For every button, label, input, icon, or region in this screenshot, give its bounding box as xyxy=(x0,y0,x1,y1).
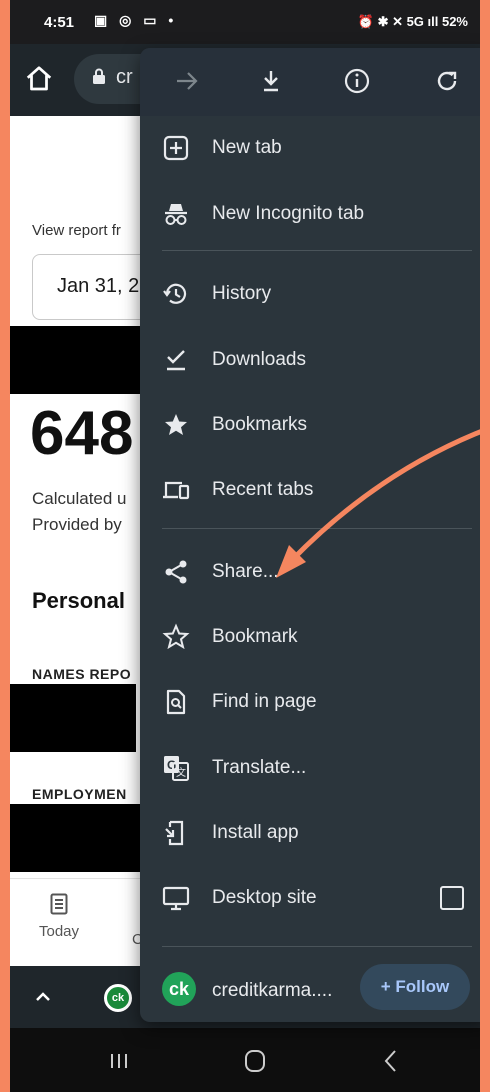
calc-line-2: Provided by xyxy=(32,515,122,534)
star-filled-icon xyxy=(165,414,187,435)
history-icon xyxy=(163,283,187,304)
status-left-icons: ▣ ◎ ▭ • xyxy=(94,12,178,28)
menu-item-desktop-site[interactable]: Desktop site xyxy=(140,866,480,930)
section-title: Personal xyxy=(32,588,125,613)
menu-label: Bookmarks xyxy=(212,414,308,435)
menu-divider xyxy=(162,250,472,251)
find-in-page-icon xyxy=(166,689,186,715)
menu-label: Translate... xyxy=(212,757,307,778)
refresh-icon[interactable] xyxy=(432,66,462,96)
menu-item-new-tab[interactable]: New tab xyxy=(140,116,480,180)
svg-text:G: G xyxy=(167,758,176,772)
status-bar: 4:51 ▣ ◎ ▭ • ⏰ ✱ ✕ 5G ıll 52% xyxy=(10,0,480,44)
status-right-icons: ⏰ ✱ ✕ 5G ıll 52% xyxy=(357,14,468,29)
svg-text:文: 文 xyxy=(176,766,186,779)
menu-item-bookmark[interactable]: Bookmark xyxy=(140,605,480,669)
menu-label: Downloads xyxy=(212,349,306,370)
names-reported-heading: NAMES REPO xyxy=(32,666,132,682)
desktop-site-checkbox[interactable] xyxy=(440,886,464,910)
desktop-icon xyxy=(162,886,190,911)
system-nav-bar xyxy=(10,1028,480,1092)
star-outline-icon xyxy=(162,623,190,650)
downloads-icon xyxy=(167,350,185,371)
credit-score: 648 xyxy=(30,399,134,468)
browser-overflow-menu: New tab New Incognito tab History Downlo… xyxy=(140,48,480,1022)
menu-label: Share... xyxy=(212,561,279,582)
url-text: cr xyxy=(116,66,133,88)
translate-icon: G 文 xyxy=(164,756,189,781)
follow-button[interactable]: + Follow xyxy=(360,964,470,1010)
tab-today-label: Today xyxy=(38,923,80,940)
lock-icon xyxy=(93,68,105,84)
menu-item-downloads[interactable]: Downloads xyxy=(140,328,480,392)
home-button-icon[interactable] xyxy=(240,1046,270,1076)
chevron-up-icon[interactable] xyxy=(32,986,54,1008)
menu-label: Bookmark xyxy=(212,626,298,647)
menu-item-find-in-page[interactable]: Find in page xyxy=(140,670,480,734)
menu-footer: ck creditkarma.... + Follow xyxy=(140,958,480,1022)
menu-label: Recent tabs xyxy=(212,479,314,500)
recents-icon[interactable] xyxy=(104,1046,134,1076)
document-icon xyxy=(50,893,68,915)
download-icon[interactable] xyxy=(256,66,286,96)
forward-icon[interactable] xyxy=(172,66,202,96)
menu-item-incognito[interactable]: New Incognito tab xyxy=(140,182,480,246)
menu-item-translate[interactable]: G 文 Translate... xyxy=(140,736,480,800)
devices-icon xyxy=(163,481,190,500)
menu-label: New tab xyxy=(212,137,282,158)
status-time: 4:51 xyxy=(44,14,75,31)
menu-label: Install app xyxy=(212,822,299,843)
menu-item-history[interactable]: History xyxy=(140,262,480,326)
site-name: creditkarma.... xyxy=(212,980,333,1001)
menu-label: History xyxy=(212,283,272,304)
share-icon xyxy=(165,560,187,584)
incognito-icon xyxy=(165,204,187,225)
site-logo: ck xyxy=(162,972,196,1006)
redacted-name xyxy=(10,684,136,752)
employment-heading: EMPLOYMEN xyxy=(32,786,127,802)
install-app-icon xyxy=(165,820,184,846)
menu-divider xyxy=(162,946,472,947)
menu-item-bookmarks[interactable]: Bookmarks xyxy=(140,393,480,457)
tab-switcher-badge[interactable]: ck xyxy=(104,984,132,1012)
menu-item-recent-tabs[interactable]: Recent tabs xyxy=(140,458,480,522)
home-icon[interactable] xyxy=(24,64,54,94)
phone-screen: 4:51 ▣ ◎ ▭ • ⏰ ✱ ✕ 5G ıll 52% cr View re… xyxy=(10,0,480,1092)
info-icon[interactable] xyxy=(342,66,372,96)
menu-divider xyxy=(162,528,472,529)
tab-today[interactable]: Today xyxy=(34,893,84,940)
back-icon[interactable] xyxy=(376,1046,406,1076)
menu-top-row xyxy=(140,48,480,116)
menu-item-share[interactable]: Share... xyxy=(140,540,480,604)
menu-label: New Incognito tab xyxy=(212,203,365,224)
new-tab-icon xyxy=(163,135,189,161)
menu-item-install-app[interactable]: Install app xyxy=(140,801,480,865)
calc-line-1: Calculated u xyxy=(32,489,127,508)
menu-label: Find in page xyxy=(212,691,317,712)
score-info: Calculated u Provided by xyxy=(32,486,127,538)
menu-label: Desktop site xyxy=(212,887,317,908)
view-report-label: View report fr xyxy=(32,222,121,239)
